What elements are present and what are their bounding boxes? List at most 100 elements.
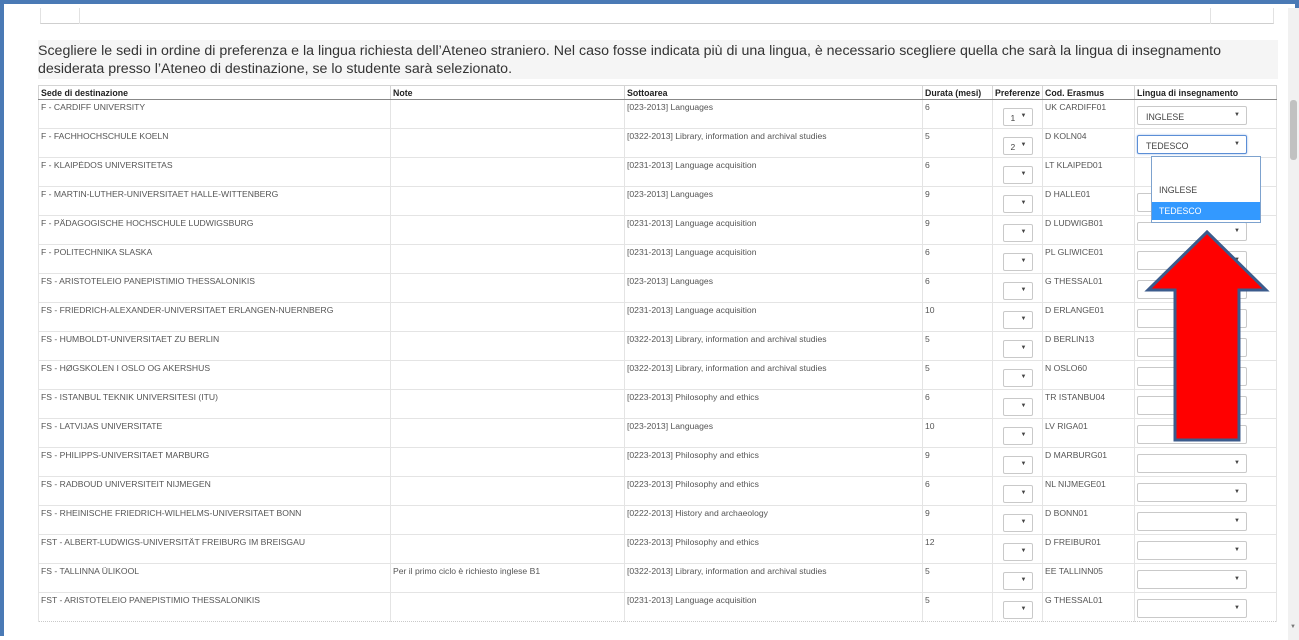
table-row: FST - ALBERT-LUDWIGS-UNIVERSITÄT FREIBUR… <box>38 534 1277 564</box>
preferenze-cell: ▼ <box>992 592 1043 622</box>
preferenze-cell: ▼ <box>992 534 1043 564</box>
sede-cell: FS - HUMBOLDT-UNIVERSITAET ZU BERLIN <box>38 331 391 361</box>
preference-select[interactable]: 1 ▼ <box>1002 108 1033 126</box>
top-separator <box>79 8 80 24</box>
table-row: FS - FRIEDRICH-ALEXANDER-UNIVERSITAET ER… <box>38 302 1277 332</box>
chevron-down-icon: ▼ <box>1020 432 1027 438</box>
preferenze-cell: ▼ <box>992 244 1043 274</box>
durata-cell: 12 <box>922 534 993 564</box>
preferenze-cell: ▼ <box>992 331 1043 361</box>
durata-cell: 5 <box>922 592 993 622</box>
dropdown-option-tedesco[interactable]: TEDESCO <box>1152 202 1260 220</box>
preference-select[interactable]: ▼ <box>1002 369 1033 387</box>
language-select[interactable]: ▼ <box>1137 570 1247 589</box>
header-cod-erasmus[interactable]: Cod. Erasmus <box>1042 85 1135 100</box>
sottoarea-cell: [0322-2013] Library, information and arc… <box>624 331 923 361</box>
chevron-down-icon: ▼ <box>1234 489 1240 495</box>
header-sottoarea[interactable]: Sottoarea <box>624 85 923 100</box>
preference-select[interactable]: ▼ <box>1002 543 1033 561</box>
preferenze-cell: ▼ <box>992 273 1043 303</box>
lingua-cell: ▼ <box>1134 447 1277 477</box>
chevron-down-icon: ▼ <box>1020 403 1027 409</box>
preference-select[interactable]: ▼ <box>1002 427 1033 445</box>
cod-erasmus-cell: EE TALLINN05 <box>1042 563 1135 593</box>
preferenze-cell: ▼ <box>992 563 1043 593</box>
chevron-down-icon: ▼ <box>1020 490 1027 496</box>
preference-select[interactable]: ▼ <box>1002 282 1033 300</box>
language-select[interactable]: ▼ <box>1137 483 1247 502</box>
scroll-down-arrow-icon[interactable]: ▼ <box>1290 624 1296 630</box>
chevron-down-icon: ▼ <box>1020 548 1027 554</box>
sottoarea-cell: [0231-2013] Language acquisition <box>624 215 923 245</box>
durata-cell: 10 <box>922 302 993 332</box>
sede-cell: F - CARDIFF UNIVERSITY <box>38 99 391 129</box>
durata-cell: 6 <box>922 244 993 274</box>
sede-cell: FS - FRIEDRICH-ALEXANDER-UNIVERSITAET ER… <box>38 302 391 332</box>
preference-select[interactable]: ▼ <box>1002 166 1033 184</box>
language-select[interactable]: INGLESE ▼ <box>1137 106 1247 125</box>
preference-select[interactable]: ▼ <box>1002 224 1033 242</box>
sede-cell: F - KLAIPĖDOS UNIVERSITETAS <box>38 157 391 187</box>
chevron-down-icon: ▼ <box>1020 229 1027 235</box>
cod-erasmus-cell: TR ISTANBU04 <box>1042 389 1135 419</box>
durata-cell: 5 <box>922 331 993 361</box>
language-select[interactable]: TEDESCO ▼ <box>1137 135 1247 154</box>
preferenze-cell: ▼ <box>992 360 1043 390</box>
preferenze-cell: ▼ <box>992 447 1043 477</box>
preference-select[interactable]: 2 ▼ <box>1002 137 1033 155</box>
sottoarea-cell: [023-2013] Languages <box>624 186 923 216</box>
language-select[interactable]: ▼ <box>1137 454 1247 473</box>
note-cell <box>390 331 625 361</box>
table-body: F - CARDIFF UNIVERSITY [023-2013] Languag… <box>38 99 1277 622</box>
sottoarea-cell: [0222-2013] History and archaeology <box>624 505 923 535</box>
table-row: F - PÄDAGOGISCHE HOCHSCHULE LUDWIGSBURG [… <box>38 215 1277 245</box>
chevron-down-icon: ▼ <box>1020 374 1027 380</box>
top-table-edge <box>40 8 1274 24</box>
note-cell <box>390 157 625 187</box>
chevron-down-icon: ▼ <box>1234 576 1240 582</box>
preference-select[interactable]: ▼ <box>1002 311 1033 329</box>
durata-cell: 10 <box>922 418 993 448</box>
header-durata[interactable]: Durata (mesi) <box>922 85 993 100</box>
note-cell <box>390 534 625 564</box>
chevron-down-icon: ▼ <box>1020 345 1027 351</box>
sede-cell: FS - PHILIPPS-UNIVERSITAET MARBURG <box>38 447 391 477</box>
dropdown-option-inglese[interactable]: INGLESE <box>1152 181 1260 199</box>
sede-cell: FS - HØGSKOLEN I OSLO OG AKERSHUS <box>38 360 391 390</box>
table-row: F - MARTIN-LUTHER-UNIVERSITAET HALLE-WIT… <box>38 186 1277 216</box>
language-select[interactable]: ▼ <box>1137 541 1247 560</box>
language-select[interactable]: ▼ <box>1137 512 1247 531</box>
preference-select[interactable]: ▼ <box>1002 485 1033 503</box>
header-lingua[interactable]: Lingua di insegnamento <box>1134 85 1277 100</box>
preference-select[interactable]: ▼ <box>1002 601 1033 619</box>
header-preferenze[interactable]: Preferenze <box>992 85 1043 100</box>
preference-select[interactable]: ▼ <box>1002 456 1033 474</box>
header-note[interactable]: Note <box>390 85 625 100</box>
preference-select[interactable]: ▼ <box>1002 253 1033 271</box>
chevron-down-icon: ▼ <box>1020 461 1027 467</box>
sottoarea-cell: [0322-2013] Library, information and arc… <box>624 563 923 593</box>
preference-select[interactable]: ▼ <box>1002 340 1033 358</box>
preference-select[interactable]: ▼ <box>1002 572 1033 590</box>
vertical-scrollbar[interactable]: ▼ <box>1288 8 1299 640</box>
cod-erasmus-cell: D ERLANGE01 <box>1042 302 1135 332</box>
preference-select[interactable]: ▼ <box>1002 514 1033 532</box>
cod-erasmus-cell: UK CARDIFF01 <box>1042 99 1135 129</box>
preference-select[interactable]: ▼ <box>1002 195 1033 213</box>
chevron-down-icon: ▼ <box>1020 258 1027 264</box>
note-cell <box>390 505 625 535</box>
table-row: FS - ISTANBUL TEKNIK UNIVERSITESI (ITU) [… <box>38 389 1277 419</box>
note-cell <box>390 244 625 274</box>
chevron-down-icon: ▼ <box>1020 316 1027 322</box>
note-cell <box>390 273 625 303</box>
preferenze-cell: ▼ <box>992 186 1043 216</box>
preference-select[interactable]: ▼ <box>1002 398 1033 416</box>
durata-cell: 9 <box>922 215 993 245</box>
scrollbar-thumb[interactable] <box>1290 100 1297 160</box>
language-select[interactable]: ▼ <box>1137 599 1247 618</box>
sede-cell: FS - RHEINISCHE FRIEDRICH-WILHELMS-UNIVE… <box>38 505 391 535</box>
lingua-cell: ▼ <box>1134 476 1277 506</box>
chevron-down-icon: ▼ <box>1020 171 1027 177</box>
header-sede[interactable]: Sede di destinazione <box>38 85 391 100</box>
durata-cell: 5 <box>922 128 993 158</box>
